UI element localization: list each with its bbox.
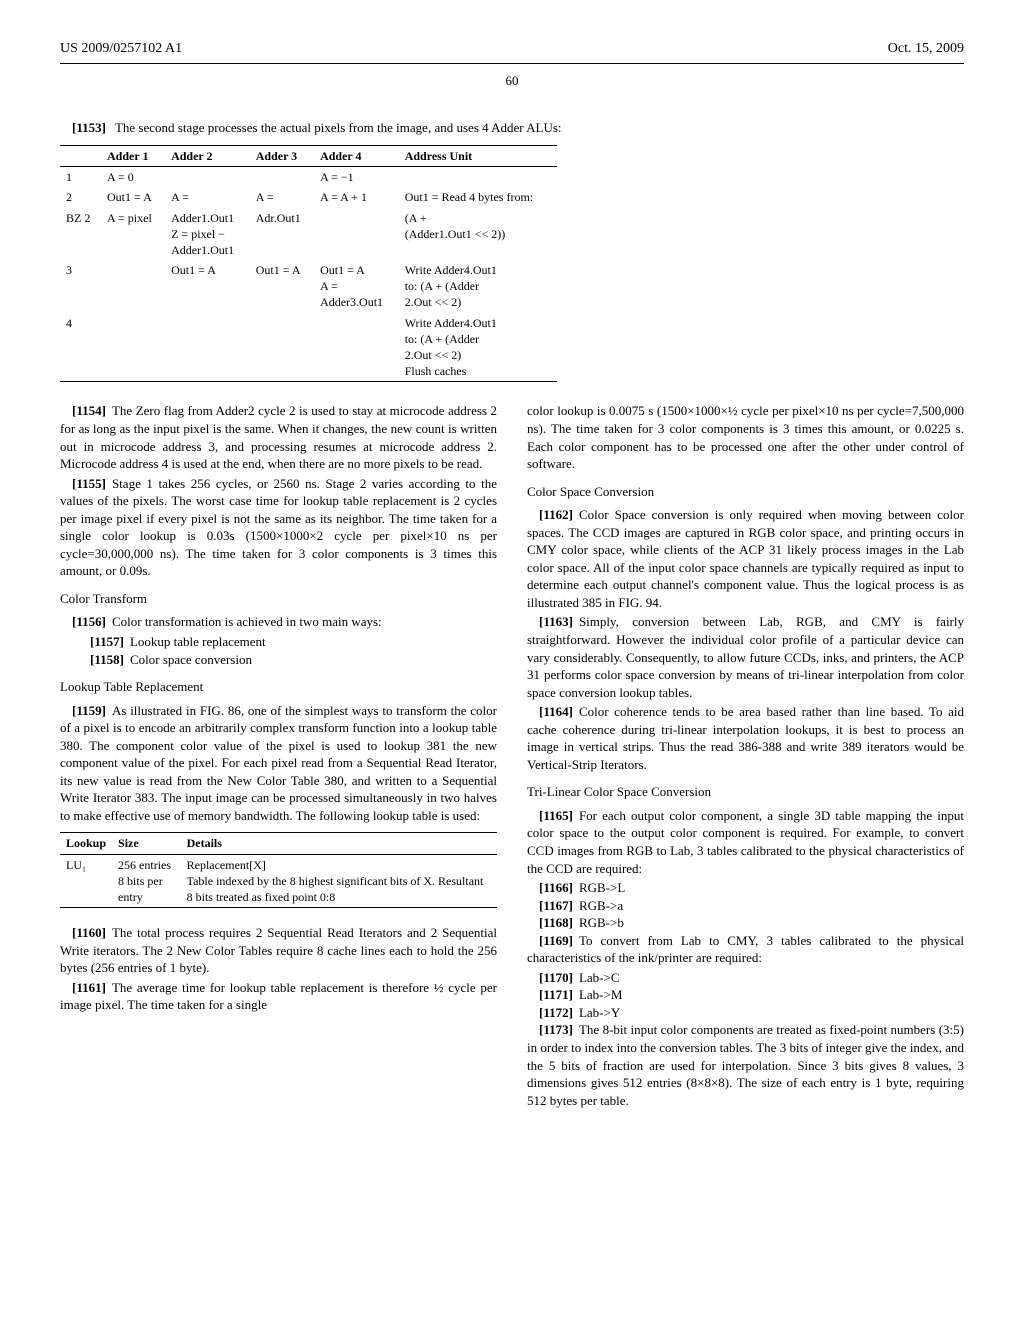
right-column: color lookup is 0.0075 s (1500×1000×½ cy… (527, 402, 964, 1111)
heading-tri: Tri-Linear Color Space Conversion (527, 783, 964, 801)
adder-table: Adder 1 Adder 2 Adder 3 Adder 4 Address … (60, 145, 557, 382)
para-1173: [1173]The 8-bit input color components a… (527, 1021, 964, 1109)
heading-lookup: Lookup Table Replacement (60, 678, 497, 696)
para-1164: [1164]Color coherence tends to be area b… (527, 703, 964, 773)
para-1168: [1168]RGB->b (527, 914, 964, 932)
left-column: [1154]The Zero flag from Adder2 cycle 2 … (60, 402, 497, 1111)
para-1156: [1156]Color transformation is achieved i… (60, 613, 497, 631)
para-1157: [1157]Lookup table replacement (60, 633, 497, 651)
para-1158: [1158]Color space conversion (60, 651, 497, 669)
cont-text: color lookup is 0.0075 s (1500×1000×½ cy… (527, 402, 964, 472)
para-1172: [1172]Lab->Y (527, 1004, 964, 1022)
para-1171: [1171]Lab->M (527, 986, 964, 1004)
para-1169: [1169]To convert from Lab to CMY, 3 tabl… (527, 932, 964, 967)
lookup-table: Lookup Size Details LU₁ 256 entries 8 bi… (60, 832, 497, 908)
para-1154: [1154]The Zero flag from Adder2 cycle 2 … (60, 402, 497, 472)
para-1155: [1155]Stage 1 takes 256 cycles, or 2560 … (60, 475, 497, 580)
para-1165: [1165]For each output color component, a… (527, 807, 964, 877)
para-1162: [1162]Color Space conversion is only req… (527, 506, 964, 611)
para-1159: [1159]As illustrated in FIG. 86, one of … (60, 702, 497, 825)
doc-date: Oct. 15, 2009 (888, 40, 964, 59)
heading-color-transform: Color Transform (60, 590, 497, 608)
para-1153: [1153] The second stage processes the ac… (60, 119, 964, 137)
para-1167: [1167]RGB->a (527, 897, 964, 915)
para-1160: [1160]The total process requires 2 Seque… (60, 924, 497, 977)
para-1170: [1170]Lab->C (527, 969, 964, 987)
para-1163: [1163]Simply, conversion between Lab, RG… (527, 613, 964, 701)
para-1166: [1166]RGB->L (527, 879, 964, 897)
page-header: US 2009/0257102 A1 Oct. 15, 2009 (60, 40, 964, 64)
page-number: 60 (60, 72, 964, 90)
doc-number: US 2009/0257102 A1 (60, 40, 182, 59)
heading-csc: Color Space Conversion (527, 483, 964, 501)
para-1161: [1161]The average time for lookup table … (60, 979, 497, 1014)
